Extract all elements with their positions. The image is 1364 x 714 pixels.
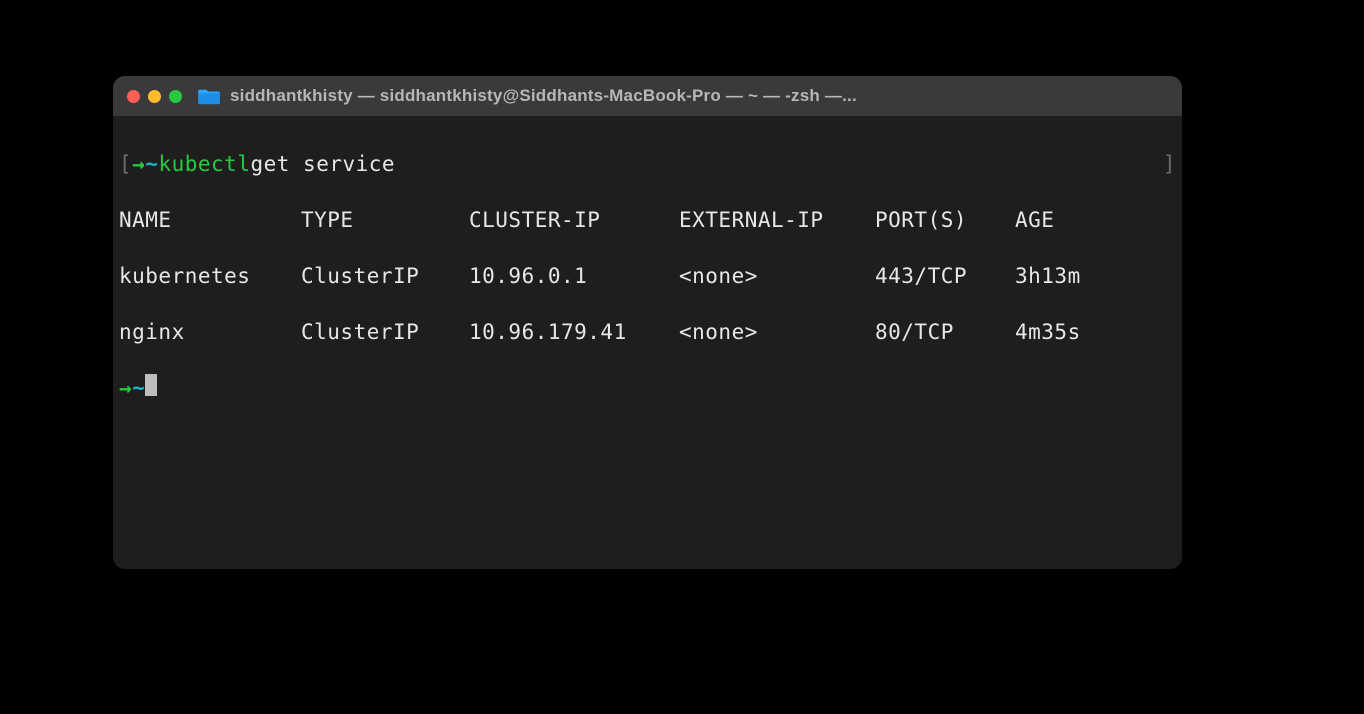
table-row: nginxClusterIP10.96.179.41<none>80/TCP4m… <box>119 318 1176 346</box>
minimize-icon[interactable] <box>148 90 161 103</box>
cursor-icon <box>145 374 157 396</box>
cell-cluster-ip: 10.96.0.1 <box>469 262 679 290</box>
prompt-arrow-icon: → <box>119 374 132 402</box>
cell-type: ClusterIP <box>301 262 469 290</box>
prompt-tilde: ~ <box>132 374 145 402</box>
zoom-icon[interactable] <box>169 90 182 103</box>
table-header: NAMETYPECLUSTER-IPEXTERNAL-IPPORT(S)AGE <box>119 206 1176 234</box>
close-icon[interactable] <box>127 90 140 103</box>
cell-name: kubernetes <box>119 262 301 290</box>
cell-ports: 443/TCP <box>875 262 1015 290</box>
traffic-lights <box>127 90 182 103</box>
prompt-line: → ~ <box>119 374 1176 402</box>
titlebar[interactable]: siddhantkhisty — siddhantkhisty@Siddhant… <box>113 76 1182 116</box>
folder-icon <box>198 87 220 105</box>
terminal-body[interactable]: [→ ~ kubectl get service] NAMETYPECLUSTE… <box>113 116 1182 569</box>
command-args: get service <box>250 150 395 178</box>
prompt-tilde: ~ <box>145 150 158 178</box>
col-ports: PORT(S) <box>875 206 1015 234</box>
command-name: kubectl <box>158 150 250 178</box>
cell-age: 3h13m <box>1015 262 1176 290</box>
prompt-open-bracket: [ <box>119 150 132 178</box>
table-row: kubernetesClusterIP10.96.0.1<none>443/TC… <box>119 262 1176 290</box>
cell-ports: 80/TCP <box>875 318 1015 346</box>
cell-type: ClusterIP <box>301 318 469 346</box>
prompt-arrow-icon: → <box>132 150 145 178</box>
cell-external-ip: <none> <box>679 318 875 346</box>
col-age: AGE <box>1015 206 1176 234</box>
col-type: TYPE <box>301 206 469 234</box>
col-external-ip: EXTERNAL-IP <box>679 206 875 234</box>
prompt-close-bracket: ] <box>1163 150 1176 178</box>
cell-cluster-ip: 10.96.179.41 <box>469 318 679 346</box>
window-title: siddhantkhisty — siddhantkhisty@Siddhant… <box>230 86 857 106</box>
command-line: [→ ~ kubectl get service] <box>119 150 1176 178</box>
terminal-window: siddhantkhisty — siddhantkhisty@Siddhant… <box>113 76 1182 569</box>
cell-external-ip: <none> <box>679 262 875 290</box>
col-cluster-ip: CLUSTER-IP <box>469 206 679 234</box>
cell-age: 4m35s <box>1015 318 1176 346</box>
col-name: NAME <box>119 206 301 234</box>
cell-name: nginx <box>119 318 301 346</box>
